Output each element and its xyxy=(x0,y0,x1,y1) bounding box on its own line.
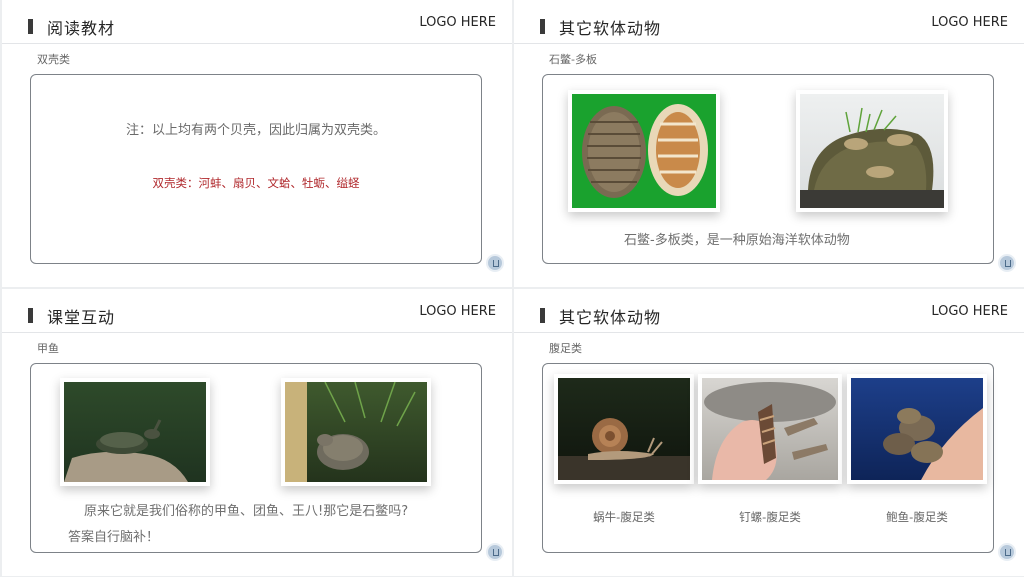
turtle-photo-1 xyxy=(60,378,210,486)
title-bar-icon xyxy=(540,19,545,34)
slide-subtitle: 腹足类 xyxy=(549,342,582,355)
question-line-2: 答案自行脑补！ xyxy=(68,530,160,545)
slide-title: 课堂互动 xyxy=(47,308,116,327)
slide-chiton: 其它软体动物 LOGO HERE 石鳖-多板 石鳖-多板类，是一种原始海洋软体动… xyxy=(514,0,1024,287)
presenter-icon[interactable] xyxy=(998,543,1016,561)
slide-title: 其它软体动物 xyxy=(559,19,662,38)
abalone-caption: 鲍鱼-腹足类 xyxy=(886,510,948,524)
presenter-icon[interactable] xyxy=(486,543,504,561)
logo-text: LOGO HERE xyxy=(419,304,496,319)
slide-gastropod: 其它软体动物 LOGO HERE 腹足类 蜗牛-腹足类 钉螺-腹足类 鲍鱼-腹足… xyxy=(514,289,1024,576)
title-bar-icon xyxy=(28,308,33,323)
chiton-rock-photo xyxy=(796,90,948,212)
snail-caption: 蜗牛-腹足类 xyxy=(593,510,655,524)
slide-title: 其它软体动物 xyxy=(559,308,662,327)
slide-header: 阅读教材 LOGO HERE xyxy=(2,0,512,44)
presenter-icon[interactable] xyxy=(998,254,1016,272)
chiton-caption: 石鳖-多板类，是一种原始海洋软体动物 xyxy=(624,233,850,248)
slide-reading: 阅读教材 LOGO HERE 双壳类 注：以上均有两个贝壳，因此归属为双壳类。 … xyxy=(2,0,512,287)
slide-subtitle: 甲鱼 xyxy=(37,342,59,355)
slide-header: 课堂互动 LOGO HERE xyxy=(2,289,512,333)
slide-header: 其它软体动物 LOGO HERE xyxy=(514,0,1024,44)
chiton-photo xyxy=(568,90,720,212)
presenter-icon[interactable] xyxy=(486,254,504,272)
note-text: 注：以上均有两个贝壳，因此归属为双壳类。 xyxy=(125,123,386,138)
logo-text: LOGO HERE xyxy=(931,15,1008,30)
turtle-water-illustration xyxy=(285,382,416,482)
oncomelania-photo xyxy=(698,374,842,484)
content-frame: 注：以上均有两个贝壳，因此归属为双壳类。 双壳类：河蚌、扇贝、文蛤、牡蛎、缢蛏 xyxy=(30,74,482,264)
title-bar-icon xyxy=(540,308,545,323)
title-bar-icon xyxy=(28,19,33,34)
bivalve-list: 双壳类：河蚌、扇贝、文蛤、牡蛎、缢蛏 xyxy=(152,176,360,190)
turtle-illustration xyxy=(64,419,188,482)
snail-photo xyxy=(554,374,694,484)
slide-header: 其它软体动物 LOGO HERE xyxy=(514,289,1024,333)
logo-text: LOGO HERE xyxy=(419,15,496,30)
slide-turtle: 课堂互动 LOGO HERE 甲鱼 原来它就是我们俗称的甲鱼、团鱼、王八!那它是… xyxy=(2,289,512,576)
chiton-illustration xyxy=(582,104,708,198)
rock-illustration xyxy=(800,107,944,208)
question-line-1: 原来它就是我们俗称的甲鱼、团鱼、王八!那它是石鳖吗? xyxy=(84,504,409,519)
oncomelania-illustration xyxy=(704,382,836,480)
oncomelania-caption: 钉螺-腹足类 xyxy=(739,510,801,524)
slide-subtitle: 石鳖-多板 xyxy=(549,53,597,66)
snail-illustration xyxy=(558,418,690,480)
turtle-photo-2 xyxy=(281,378,431,486)
abalone-illustration xyxy=(883,408,983,480)
abalone-photo xyxy=(847,374,987,484)
slide-subtitle: 双壳类 xyxy=(37,53,70,66)
slide-title: 阅读教材 xyxy=(47,19,116,38)
logo-text: LOGO HERE xyxy=(931,304,1008,319)
